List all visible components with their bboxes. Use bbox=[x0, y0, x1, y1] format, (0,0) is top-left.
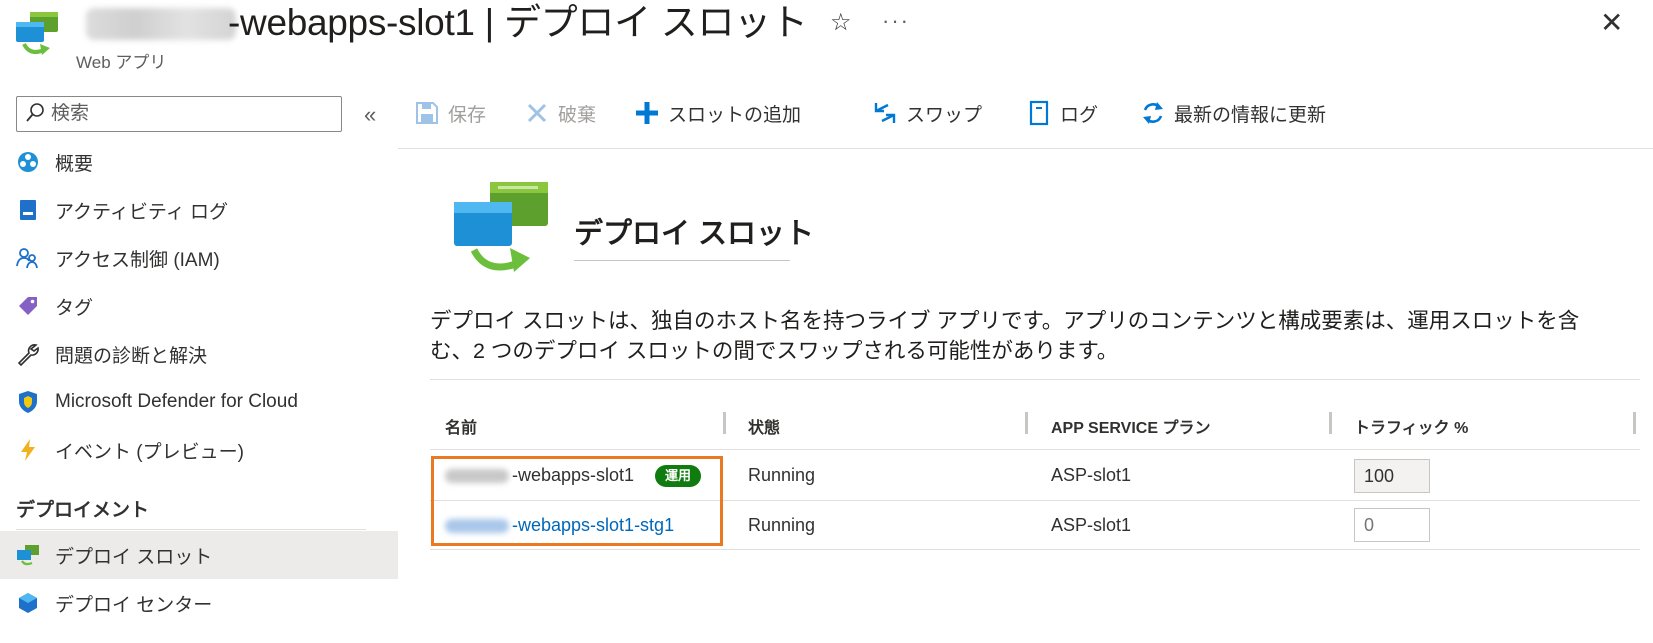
slot-status: Running bbox=[748, 515, 816, 535]
nav-label: タグ bbox=[55, 297, 94, 319]
traffic-percent-input[interactable] bbox=[1354, 508, 1430, 542]
nav-label: Microsoft Defender for Cloud bbox=[55, 391, 298, 412]
slot-plan: ASP-slot1 bbox=[1051, 465, 1132, 485]
nav-label: 概要 bbox=[55, 153, 94, 175]
resource-name-redacted bbox=[86, 8, 236, 40]
deployment-slots-hero-icon bbox=[454, 182, 548, 272]
nav-item-deployment-center[interactable]: デプロイ センター bbox=[0, 579, 398, 627]
discard-label: 破棄 bbox=[558, 104, 597, 126]
column-resize-handle[interactable] bbox=[1329, 412, 1332, 434]
resource-type-subtitle: Web アプリ bbox=[76, 53, 167, 72]
log-icon bbox=[1029, 100, 1049, 126]
swap-icon bbox=[874, 103, 896, 123]
wrench-icon bbox=[17, 344, 39, 366]
column-resize-handle[interactable] bbox=[1025, 412, 1028, 434]
nav-item-events[interactable]: イベント (プレビュー) bbox=[0, 426, 398, 474]
column-header-name[interactable]: 名前 bbox=[445, 414, 477, 438]
table-divider bbox=[430, 449, 1640, 450]
refresh-button[interactable]: 最新の情報に更新 bbox=[1140, 96, 1326, 130]
access-control-icon bbox=[16, 248, 38, 269]
column-resize-handle[interactable] bbox=[723, 412, 726, 434]
menu-search-box[interactable] bbox=[16, 96, 342, 132]
column-header-traffic[interactable]: トラフィック % bbox=[1354, 414, 1468, 438]
save-label: 保存 bbox=[448, 104, 487, 126]
log-label: ログ bbox=[1060, 104, 1099, 126]
collapse-menu-icon[interactable]: « bbox=[364, 102, 376, 128]
nav-item-deployment-slots[interactable]: デプロイ スロット bbox=[0, 531, 398, 579]
discard-icon bbox=[527, 103, 547, 123]
slot-status: Running bbox=[748, 465, 816, 485]
nav-item-diagnose[interactable]: 問題の診断と解決 bbox=[0, 330, 398, 378]
section-divider bbox=[16, 529, 366, 530]
slot-plan: ASP-slot1 bbox=[1051, 515, 1132, 535]
annotation-highlight-box bbox=[431, 456, 723, 546]
search-icon bbox=[26, 103, 44, 122]
nav-label: アクティビティ ログ bbox=[55, 201, 229, 223]
nav-item-tags[interactable]: タグ bbox=[0, 282, 398, 330]
nav-label: 問題の診断と解決 bbox=[55, 345, 208, 367]
save-icon bbox=[416, 102, 438, 124]
description-divider bbox=[430, 379, 1640, 380]
overview-icon bbox=[18, 152, 38, 172]
web-app-slot-icon bbox=[16, 12, 58, 55]
save-button[interactable]: 保存 bbox=[414, 96, 486, 130]
nav-label: イベント (プレビュー) bbox=[55, 441, 244, 463]
nav-label: アクセス制御 (IAM) bbox=[55, 249, 220, 271]
discard-button[interactable]: 破棄 bbox=[524, 96, 596, 130]
add-slot-label: スロットの追加 bbox=[668, 104, 802, 126]
resource-menu: « 概要 アクティビティ ログ アクセス制御 (IAM) タグ bbox=[0, 80, 398, 643]
swap-button[interactable]: スワップ bbox=[872, 96, 982, 130]
menu-search-input[interactable] bbox=[49, 99, 333, 129]
nav-item-defender[interactable]: Microsoft Defender for Cloud bbox=[0, 378, 398, 426]
description-text: デプロイ スロットは、独自のホスト名を持つライブ アプリです。アプリのコンテンツ… bbox=[430, 309, 1580, 363]
column-header-plan[interactable]: APP SERVICE プラン bbox=[1051, 414, 1210, 438]
tag-icon bbox=[19, 297, 37, 315]
nav-item-access-control[interactable]: アクセス制御 (IAM) bbox=[0, 234, 398, 282]
table-row-divider bbox=[430, 549, 1640, 550]
more-icon[interactable]: ··· bbox=[882, 8, 910, 34]
refresh-label: 最新の情報に更新 bbox=[1174, 104, 1327, 126]
page-title: -webapps-slot1 | デプロイ スロット bbox=[228, 2, 808, 43]
column-header-status[interactable]: 状態 bbox=[748, 414, 780, 438]
blade-header: -webapps-slot1 | デプロイ スロット Web アプリ ☆ ···… bbox=[0, 0, 1653, 80]
nav-label: デプロイ スロット bbox=[55, 546, 213, 568]
traffic-percent-field bbox=[1354, 459, 1430, 493]
log-button[interactable]: ログ bbox=[1026, 96, 1098, 130]
close-icon[interactable]: ✕ bbox=[1600, 8, 1623, 38]
nav-item-overview[interactable]: 概要 bbox=[0, 138, 398, 186]
defender-shield-icon bbox=[19, 391, 37, 413]
section-heading: デプロイ スロット bbox=[574, 218, 815, 250]
column-resize-handle[interactable] bbox=[1633, 412, 1636, 434]
nav-section-deployment: デプロイメント bbox=[16, 500, 150, 521]
plus-icon bbox=[636, 102, 658, 124]
activity-log-icon bbox=[20, 200, 36, 220]
nav-label: デプロイ センター bbox=[55, 594, 213, 616]
lightning-icon bbox=[21, 439, 35, 461]
swap-label: スワップ bbox=[906, 104, 983, 126]
add-slot-button[interactable]: スロットの追加 bbox=[634, 96, 801, 130]
refresh-icon bbox=[1143, 102, 1163, 124]
deployment-slot-icon bbox=[17, 545, 39, 566]
heading-underline bbox=[574, 260, 790, 261]
nav-item-activity-log[interactable]: アクティビティ ログ bbox=[0, 186, 398, 234]
command-bar: 保存 破棄 スロットの追加 スワップ ログ 最新の情報に更新 bbox=[398, 80, 1653, 149]
deployment-center-icon bbox=[19, 593, 37, 613]
star-icon[interactable]: ☆ bbox=[830, 10, 852, 36]
